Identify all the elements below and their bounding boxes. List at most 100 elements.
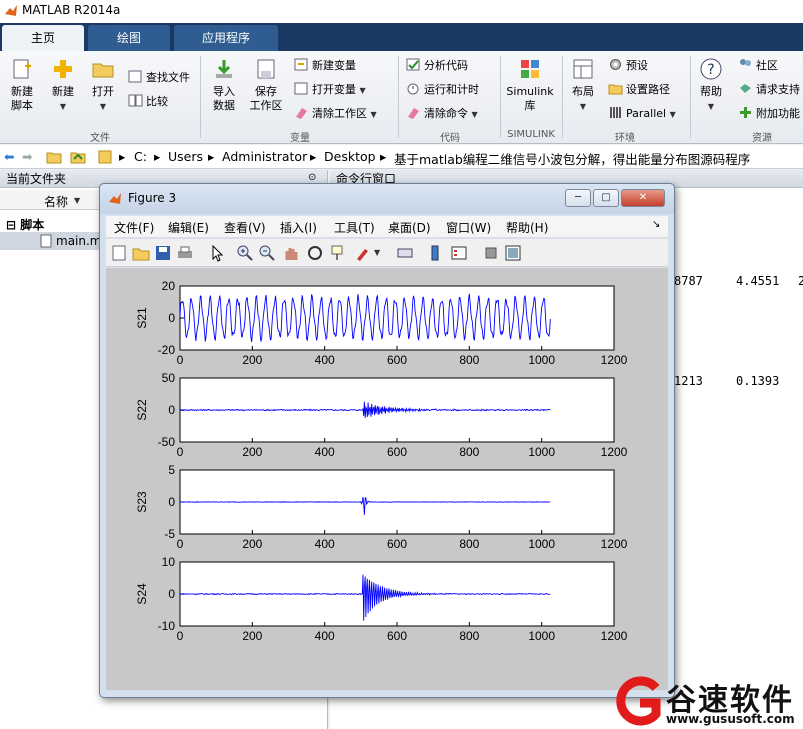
x-tick-label: 0 [177,537,184,551]
import-data-button[interactable]: 导入 数据 [206,57,242,113]
group-divider [200,56,201,138]
group-divider [398,56,399,138]
clear-workspace-button[interactable]: 清除工作区 ▼ [294,105,377,123]
close-button[interactable]: ✕ [621,189,665,207]
simulink-library-button[interactable]: Simulink 库 [503,57,557,113]
find-files-label: 查找文件 [146,71,190,84]
open-button[interactable]: 打开 ▼ [86,57,120,114]
link-icon[interactable] [396,244,414,262]
minimize-button[interactable]: ─ [565,189,591,207]
file-row-main[interactable]: main.m [0,232,102,250]
run-and-time-button[interactable]: 运行和计时 [406,81,479,99]
show-plot-tools-icon[interactable] [504,244,522,262]
run-and-time-icon [407,83,419,95]
address-bar[interactable]: ⬅ ➡ ▸ C: ▸ Users ▸ Administrator ▸ Deskt… [0,145,803,169]
data-cursor-icon[interactable] [330,244,348,262]
breadcrumb-item[interactable]: Administrator [222,149,307,164]
chevron-down-icon: ▼ [370,110,377,119]
watermark-url: www.gususoft.com [666,712,795,726]
brand-logo-icon [616,676,661,726]
brush-icon[interactable] [354,244,372,262]
tab-plots[interactable]: 绘图 [88,25,170,51]
pointer-icon[interactable] [208,244,226,262]
new-variable-button[interactable]: 新建变量 [294,57,356,75]
menu-file[interactable]: 文件(F) [114,219,154,236]
matlab-logo-icon [5,5,17,16]
x-tick-label: 0 [177,353,184,367]
y-tick-label: -20 [158,343,176,357]
new-script-label: 新建 脚本 [11,85,33,112]
breadcrumb-item[interactable]: C: [134,149,147,164]
open-variable-button[interactable]: 打开变量 ▼ [294,81,366,99]
community-button[interactable]: 社区 [738,57,778,75]
new-script-button[interactable]: 新建 脚本 [4,57,40,113]
chevron-down-icon[interactable]: ▼ [374,248,382,266]
m-file-icon [40,234,52,248]
subplots[interactable]: 0 200 400 600 800 1000 1200-20020S210 200 400 600… [106,268,668,690]
y-tick-label: 0 [168,587,175,601]
dock-arrow-icon[interactable]: ↘ [652,219,660,230]
y-tick-label: 50 [162,371,176,385]
breadcrumb-item[interactable]: 基于matlab编程二维信号小波包分解，得出能量分布图源码程序 [394,149,750,168]
open-label: 打开 [92,85,114,98]
breadcrumb-item[interactable]: Desktop [324,149,376,164]
open-file-icon[interactable] [132,244,150,262]
group-divider [500,56,501,138]
x-tick-label: 600 [387,353,407,367]
request-support-button[interactable]: 请求支持 [738,81,800,99]
analyze-code-button[interactable]: 分析代码 [406,57,468,75]
new-button[interactable]: 新建 ▼ [46,57,80,114]
add-ons-button[interactable]: 附加功能 [738,105,800,123]
pan-icon[interactable] [282,244,300,262]
run-and-time-label: 运行和计时 [424,83,479,96]
new-figure-icon[interactable] [110,244,128,262]
print-icon[interactable] [176,244,194,262]
layout-button[interactable]: 布局 ▼ [566,57,600,114]
breadcrumb-separator: ▸ [310,149,317,164]
folder-group-scripts[interactable]: ⊟ 脚本 [6,216,44,233]
up-folder-icon[interactable] [46,149,62,164]
zoom-in-icon[interactable] [236,244,254,262]
add-ons-icon [740,107,751,118]
parallel-button[interactable]: Parallel ▼ [608,105,676,123]
maximize-button[interactable]: □ [593,189,619,207]
help-button[interactable]: ? 帮助 ▼ [694,57,728,114]
sort-icon: ▼ [74,196,81,205]
x-tick-label: 600 [387,445,407,459]
rotate-icon[interactable] [306,244,324,262]
colorbar-icon[interactable] [426,244,444,262]
forward-arrow-icon[interactable]: ➡ [22,149,32,164]
menu-desktop[interactable]: 桌面(D) [388,219,431,236]
parallel-label: Parallel [626,107,667,120]
x-tick-label: 200 [242,537,262,551]
hide-plot-tools-icon[interactable] [482,244,500,262]
figure-titlebar[interactable]: Figure 3 ─ □ ✕ [100,184,674,214]
save-icon[interactable] [154,244,172,262]
group-label-simulink: SIMULINK [507,129,555,140]
compare-button[interactable]: 比较 [128,93,168,111]
back-arrow-icon[interactable]: ⬅ [4,149,14,164]
column-header[interactable]: 名称 ▼ [0,190,100,210]
menu-tools[interactable]: 工具(T) [334,219,375,236]
zoom-out-icon[interactable] [258,244,276,262]
menu-insert[interactable]: 插入(I) [280,219,317,236]
clear-commands-button[interactable]: 清除命令 ▼ [406,105,478,123]
tab-apps[interactable]: 应用程序 [174,25,278,51]
find-files-button[interactable]: 查找文件 [128,69,190,87]
set-path-button[interactable]: 设置路径 [608,81,670,99]
browse-folder-icon[interactable] [70,149,86,164]
preferences-button[interactable]: 预设 [608,57,648,75]
panel-menu-icon[interactable]: ⊙ [308,172,316,183]
menu-help[interactable]: 帮助(H) [506,219,548,236]
figure-canvas[interactable]: 0 200 400 600 800 1000 1200 -20 0 20 S21 0 200 400 600… [106,268,668,690]
figure-window[interactable]: Figure 3 ─ □ ✕ 文件(F) 编辑(E) 查看(V) 插入(I) 工… [99,183,675,698]
tab-home[interactable]: 主页 [2,25,84,51]
menu-window[interactable]: 窗口(W) [446,219,491,236]
save-workspace-button[interactable]: 保存 工作区 [246,57,286,113]
collapse-icon[interactable]: ⊟ [6,218,16,232]
legend-icon[interactable] [450,244,468,262]
menu-view[interactable]: 查看(V) [224,219,266,236]
figure-menubar: 文件(F) 编辑(E) 查看(V) 插入(I) 工具(T) 桌面(D) 窗口(W… [106,216,668,238]
breadcrumb-item[interactable]: Users [168,149,203,164]
menu-edit[interactable]: 编辑(E) [168,219,209,236]
